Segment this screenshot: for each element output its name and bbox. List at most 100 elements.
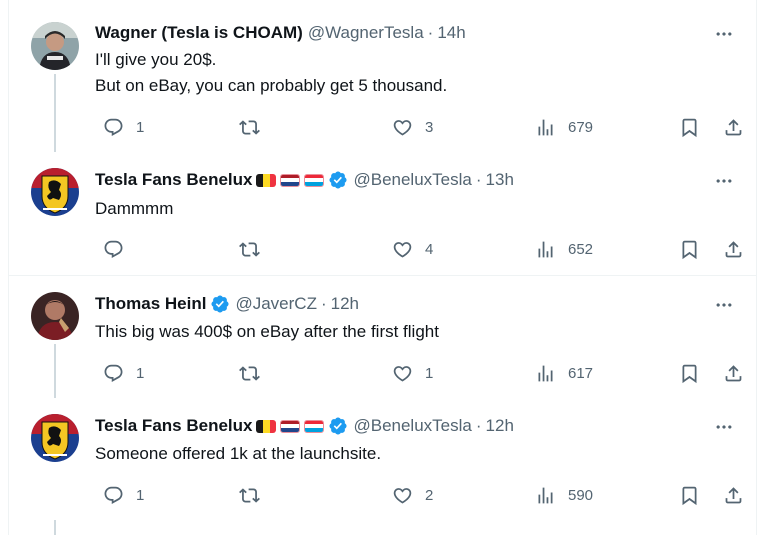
verified-badge-icon[interactable]: [210, 294, 230, 314]
thread-line: [54, 520, 56, 535]
tweet[interactable]: Tesla Fans Benelux @BeneluxTesla · 13h D…: [9, 152, 756, 275]
tweet[interactable]: Thomas Heinl @JaverCZ · 12h This big was…: [9, 276, 756, 398]
belgium-flag: [256, 419, 277, 433]
views-button[interactable]: 617: [535, 360, 593, 386]
bookmark-icon: [679, 239, 700, 260]
like-icon: [392, 117, 413, 138]
display-name[interactable]: Thomas Heinl: [95, 294, 206, 314]
avatar[interactable]: [31, 22, 79, 70]
tweet-text: I'll give you 20$. But on eBay, you can …: [95, 50, 448, 95]
separator: ·: [475, 170, 482, 189]
bookmark-button[interactable]: [679, 114, 700, 140]
reply-icon: [103, 239, 124, 260]
thread-line: [54, 74, 56, 152]
timestamp[interactable]: 14h: [437, 23, 465, 43]
action-bar: 1 3 679: [95, 114, 745, 140]
views-button[interactable]: 652: [535, 236, 593, 262]
like-button[interactable]: 4: [392, 236, 433, 262]
netherlands-flag: [280, 419, 301, 433]
like-count: 3: [425, 118, 434, 136]
tweet-text: Someone offered 1k at the launchsite.: [95, 444, 382, 463]
more-icon[interactable]: [714, 171, 734, 191]
reply-thread: Wagner (Tesla is CHOAM) @WagnerTesla · 1…: [8, 0, 757, 535]
username[interactable]: @WagnerTesla: [308, 23, 424, 43]
timestamp[interactable]: 12h: [331, 294, 359, 314]
retweet-icon: [239, 363, 260, 384]
share-button[interactable]: [723, 114, 744, 140]
bookmark-icon: [679, 363, 700, 384]
timestamp[interactable]: 13h: [486, 170, 514, 190]
display-name[interactable]: Wagner (Tesla is CHOAM): [95, 23, 303, 43]
bookmark-icon: [679, 117, 700, 138]
reply-button[interactable]: 1: [103, 360, 144, 386]
retweet-icon: [239, 117, 260, 138]
share-button[interactable]: [723, 360, 744, 386]
reply-button[interactable]: [103, 236, 136, 262]
share-icon: [723, 485, 744, 506]
avatar[interactable]: [31, 292, 79, 340]
username[interactable]: @JaverCZ: [235, 294, 317, 314]
reply-count: 1: [136, 118, 145, 136]
retweet-button[interactable]: [239, 360, 272, 386]
views-button[interactable]: 590: [535, 482, 593, 508]
share-icon: [723, 117, 744, 138]
avatar[interactable]: [31, 168, 79, 216]
verified-badge-icon[interactable]: [328, 416, 348, 436]
views-icon: [535, 117, 556, 138]
reply-count: 1: [136, 364, 145, 382]
separator: ·: [320, 294, 327, 313]
username[interactable]: @BeneluxTesla: [353, 416, 471, 436]
thread-line: [54, 344, 56, 398]
tweet[interactable]: Wagner (Tesla is CHOAM) @WagnerTesla · 1…: [9, 0, 756, 152]
avatar[interactable]: [31, 414, 79, 462]
timestamp[interactable]: 12h: [486, 416, 514, 436]
username[interactable]: @BeneluxTesla: [353, 170, 471, 190]
reply-icon: [103, 485, 124, 506]
like-count: 4: [425, 240, 434, 258]
bookmark-button[interactable]: [679, 236, 700, 262]
share-icon: [723, 239, 744, 260]
view-count: 652: [568, 240, 594, 258]
views-icon: [535, 485, 556, 506]
more-icon[interactable]: [714, 417, 734, 437]
share-button[interactable]: [723, 236, 744, 262]
like-count: 2: [425, 486, 434, 504]
more-icon[interactable]: [714, 24, 734, 44]
share-button[interactable]: [723, 482, 744, 508]
reply-icon: [103, 117, 124, 138]
views-icon: [535, 239, 556, 260]
like-button[interactable]: 1: [392, 360, 433, 386]
retweet-icon: [239, 239, 260, 260]
like-icon: [392, 485, 413, 506]
display-name[interactable]: Tesla Fans Benelux: [95, 170, 252, 190]
separator: ·: [427, 23, 434, 42]
views-icon: [535, 363, 556, 384]
reply-count: 1: [136, 486, 145, 504]
view-count: 679: [568, 118, 594, 136]
reply-icon: [103, 363, 124, 384]
like-count: 1: [425, 364, 434, 382]
tweet-header: Thomas Heinl @JaverCZ · 12h: [95, 293, 359, 315]
like-button[interactable]: 3: [392, 114, 433, 140]
verified-badge-icon[interactable]: [328, 170, 348, 190]
tweet[interactable]: Tesla Fans Benelux @BeneluxTesla · 12h S…: [9, 398, 756, 535]
retweet-button[interactable]: [239, 114, 272, 140]
tweet-header: Wagner (Tesla is CHOAM) @WagnerTesla · 1…: [95, 22, 466, 44]
retweet-button[interactable]: [239, 236, 272, 262]
belgium-flag: [256, 173, 277, 187]
retweet-button[interactable]: [239, 482, 272, 508]
reply-button[interactable]: 1: [103, 482, 144, 508]
bookmark-button[interactable]: [679, 360, 700, 386]
tweet-text: This big was 400$ on eBay after the firs…: [95, 322, 439, 341]
reply-button[interactable]: 1: [103, 114, 144, 140]
display-name[interactable]: Tesla Fans Benelux: [95, 416, 252, 436]
action-bar: 4 652: [95, 236, 745, 262]
share-icon: [723, 363, 744, 384]
views-button[interactable]: 679: [535, 114, 593, 140]
like-button[interactable]: 2: [392, 482, 433, 508]
bookmark-button[interactable]: [679, 482, 700, 508]
more-icon[interactable]: [714, 295, 734, 315]
view-count: 590: [568, 486, 594, 504]
bookmark-icon: [679, 485, 700, 506]
luxembourg-flag: [304, 419, 325, 433]
